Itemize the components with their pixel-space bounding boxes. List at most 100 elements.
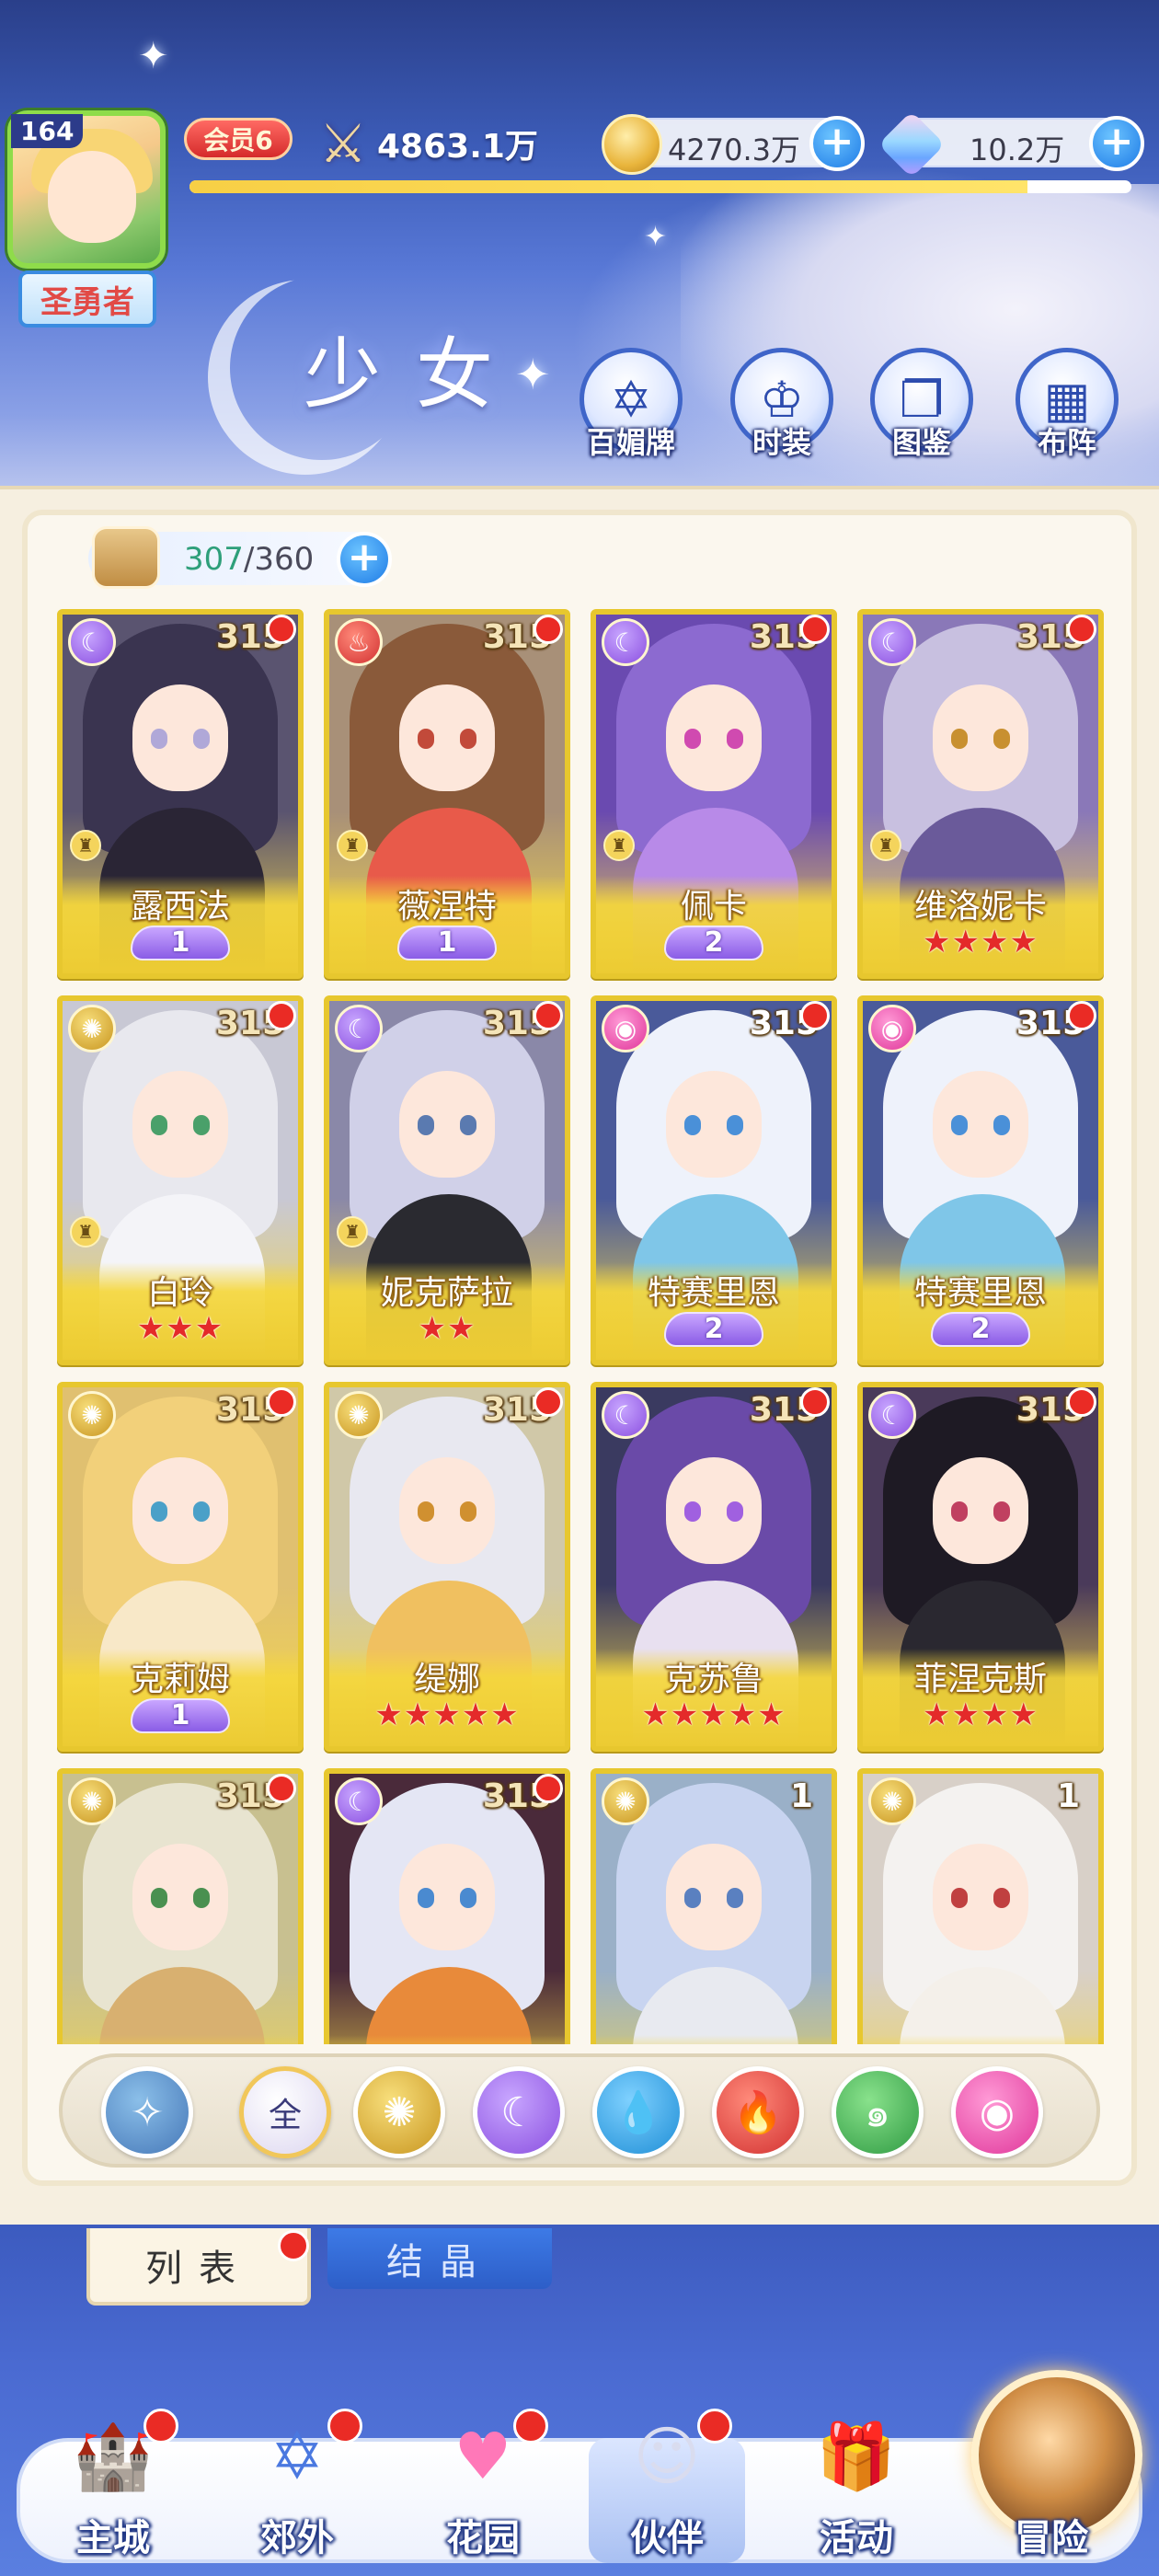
moon-icon[interactable]: ☾	[473, 2066, 565, 2158]
character-card[interactable]: ☾ 315 ♜ 妮克萨拉 ★★	[324, 995, 570, 1365]
star-rating: ★★	[418, 1310, 476, 1347]
sun-icon[interactable]: ✺	[353, 2066, 445, 2158]
notification-dot	[267, 1387, 296, 1417]
power-sword-icon: ⚔	[319, 112, 367, 175]
tab-crystal[interactable]: 结晶	[327, 2228, 552, 2289]
notification-dot	[1067, 1001, 1096, 1030]
nav-adventure[interactable]: 冒险	[964, 2392, 1139, 2567]
character-level: 1	[1056, 1777, 1080, 1815]
rook-icon: ♜	[337, 830, 368, 861]
capacity-current: 307	[184, 541, 244, 578]
notification-dot	[800, 1387, 830, 1417]
fire-icon[interactable]: 🔥	[712, 2066, 804, 2158]
nav-event[interactable]: 🎁 活动	[769, 2392, 944, 2567]
notification-dot	[800, 615, 830, 644]
sun-icon: ✺	[335, 1391, 383, 1439]
character-card[interactable]: ✺ 1	[857, 1768, 1104, 2044]
character-card[interactable]: ✺ 1	[591, 1768, 837, 2044]
gold-currency: 4270.3万 +	[602, 114, 865, 175]
heart-icon[interactable]: ◉	[951, 2066, 1043, 2158]
character-name: 特赛里恩	[647, 1274, 780, 1312]
notification-dot	[534, 615, 563, 644]
quick-nav-formation[interactable]: ▦ 布阵	[1012, 348, 1122, 467]
adventure-art	[987, 2392, 1116, 2521]
sun-icon: ✺	[68, 1391, 116, 1439]
nav-partner[interactable]: ☺ 伙伴	[580, 2392, 754, 2567]
character-card[interactable]: ☾ 315 ♜ 佩卡 2	[591, 609, 837, 979]
awaken-rank-badge: 1	[131, 1698, 230, 1733]
character-card[interactable]: ◉ 315 特赛里恩 2	[591, 995, 837, 1365]
character-level: 1	[789, 1777, 813, 1815]
notification-dot	[267, 1774, 296, 1803]
rook-icon: ♜	[337, 1216, 368, 1248]
character-name: 菲涅克斯	[913, 1661, 1047, 1698]
expand-capacity-button[interactable]: +	[337, 532, 392, 587]
star-rating: ★★★★★	[374, 1696, 520, 1733]
character-card[interactable]: ✺ 315	[57, 1768, 304, 2044]
nav-label: 伙伴	[630, 2517, 704, 2559]
character-card[interactable]: ☾ 315	[324, 1768, 570, 2044]
notification-dot	[534, 1387, 563, 1417]
quick-nav-card-collection[interactable]: ✡ 百媚牌	[576, 348, 686, 467]
character-card[interactable]: ◉ 315 特赛里恩 2	[857, 995, 1104, 1365]
character-card[interactable]: ♨ 315 ♜ 薇涅特 1	[324, 609, 570, 979]
notification-dot	[1067, 615, 1096, 644]
element-filter-bar	[59, 2053, 1100, 2168]
notification-dot	[513, 2409, 548, 2444]
gem-value: 10.2万	[970, 132, 1065, 167]
player-title-badge[interactable]: 圣勇者	[18, 270, 156, 328]
quick-nav-label: 图鉴	[891, 425, 951, 460]
rook-icon: ♜	[870, 830, 901, 861]
gift-icon: 🎁	[816, 2418, 897, 2494]
add-gold-button[interactable]: +	[809, 116, 865, 171]
gold-value: 4270.3万	[668, 132, 800, 167]
sun-icon: ✺	[602, 1777, 649, 1825]
character-name: 妮克萨拉	[380, 1274, 513, 1312]
quick-nav-outfit[interactable]: ♔ 时装	[727, 348, 837, 467]
quick-nav-gallery[interactable]: ❐ 图鉴	[866, 348, 977, 467]
character-grid: ☾ 315 ♜ 露西法 1 ♨ 315 ♜ 薇涅特 1 ☾ 315 ♜ 佩卡 2 ☾ 315 ♜ 维洛妮卡 ★★★★ ✺…	[57, 604, 1106, 2044]
player-level: 164	[11, 114, 84, 148]
quick-nav-label: 百媚牌	[586, 425, 675, 460]
vip-badge[interactable]: 会员6	[184, 118, 293, 160]
exp-bar-fill	[189, 180, 1028, 193]
avatar-face	[48, 151, 136, 243]
character-card[interactable]: ☾ 315 菲涅克斯 ★★★★	[857, 1382, 1104, 1752]
character-card[interactable]: ☾ 315 ♜ 露西法 1	[57, 609, 304, 979]
character-name: 白玲	[146, 1274, 213, 1312]
character-card[interactable]: ☾ 315 克苏鲁 ★★★★★	[591, 1382, 837, 1752]
awaken-rank-badge: 1	[131, 926, 230, 960]
awaken-rank-badge: 2	[664, 926, 763, 960]
name-strip	[596, 2035, 832, 2044]
star-rating: ★★★	[136, 1310, 224, 1347]
name-strip	[329, 2035, 565, 2044]
awaken-rank-badge: 2	[664, 1312, 763, 1347]
nav-main-city[interactable]: 🏰 主城	[26, 2392, 201, 2567]
notification-dot	[327, 2409, 362, 2444]
wind-icon[interactable]: ๑	[832, 2066, 924, 2158]
filter-all-button[interactable]: 全	[239, 2066, 331, 2158]
notification-dot	[267, 615, 296, 644]
moon-icon: ☾	[602, 1391, 649, 1439]
character-name: 克莉姆	[130, 1661, 230, 1698]
character-card[interactable]: ✺ 315 ♜ 白玲 ★★★	[57, 995, 304, 1365]
sun-icon: ✺	[68, 1005, 116, 1052]
character-card[interactable]: ✺ 315 缇娜 ★★★★★	[324, 1382, 570, 1752]
sparkle-icon: ✦	[644, 221, 668, 253]
character-name: 维洛妮卡	[913, 888, 1047, 926]
page-title: 少女	[304, 329, 529, 420]
moon-icon: ☾	[868, 1391, 916, 1439]
gem-currency: 10.2万 +	[878, 110, 1144, 178]
nav-label: 花园	[446, 2517, 520, 2559]
wing-icon[interactable]: ✧	[101, 2066, 193, 2158]
character-card[interactable]: ☾ 315 ♜ 维洛妮卡 ★★★★	[857, 609, 1104, 979]
name-strip	[863, 2035, 1098, 2044]
nav-garden[interactable]: ♥ 花园	[396, 2392, 570, 2567]
star-rating: ★★★★	[923, 1696, 1039, 1733]
add-gem-button[interactable]: +	[1089, 116, 1144, 171]
rook-icon: ♜	[70, 830, 101, 861]
nav-outskirts[interactable]: ✡ 郊外	[210, 2392, 384, 2567]
tab-list[interactable]: 列表	[86, 2228, 311, 2306]
water-icon[interactable]: 💧	[592, 2066, 684, 2158]
character-card[interactable]: ✺ 315 克莉姆 1	[57, 1382, 304, 1752]
